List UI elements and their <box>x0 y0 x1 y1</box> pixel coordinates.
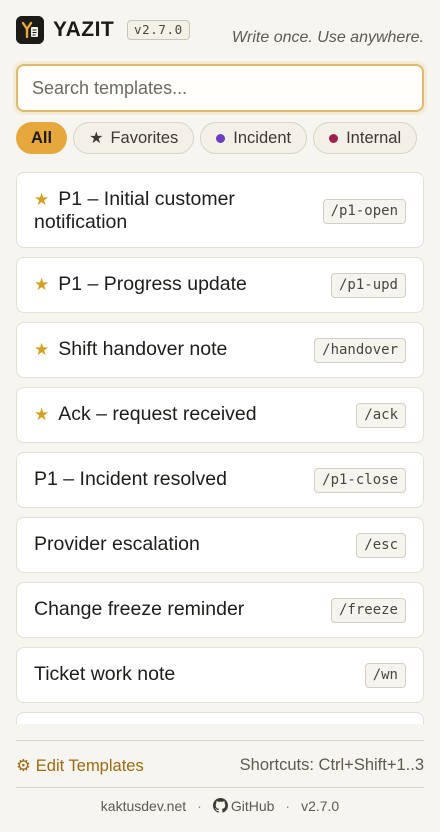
template-card[interactable]: P1 – Incident resolved /p1-close <box>16 452 424 508</box>
template-title-text: Shift handover note <box>58 338 228 360</box>
filter-chips: All ★ Favorites Incident Internal <box>16 122 440 156</box>
template-card[interactable]: ★ Ack – request received /ack <box>16 387 424 443</box>
version-badge: v2.7.0 <box>127 20 190 40</box>
template-title-line: notification <box>34 211 128 233</box>
template-card[interactable]: ★ Shift handover note /handover <box>16 322 424 378</box>
favorite-star-icon: ★ <box>34 275 50 294</box>
filter-chip-incident[interactable]: Incident <box>200 122 308 154</box>
separator: · <box>197 798 202 814</box>
template-title: Ticket work note <box>34 663 176 685</box>
template-title: ★ Ack – request received <box>34 403 257 426</box>
template-title: Change freeze reminder <box>34 598 245 620</box>
template-command: /freeze <box>330 598 406 623</box>
template-title: ★ P1 – Initial customer notification <box>34 188 235 234</box>
template-command: /p1-close <box>314 468 406 493</box>
site-link[interactable]: kaktusdev.net <box>101 798 186 814</box>
template-card[interactable]: ★ P1 – Initial customer notification /p1-… <box>16 172 424 248</box>
search-box <box>16 64 424 112</box>
category-dot-icon <box>329 133 339 143</box>
category-dot-icon <box>216 133 226 143</box>
favorite-star-icon: ★ <box>34 340 50 359</box>
app-header: YAZIT v2.7.0 Write once. Use anywhere. <box>0 0 440 60</box>
template-command: /esc <box>356 533 406 558</box>
github-link[interactable]: GitHub <box>212 798 275 814</box>
template-title: ★ Shift handover note <box>34 338 227 361</box>
search-input[interactable] <box>18 66 422 110</box>
template-card-partial[interactable] <box>16 712 424 724</box>
filter-chip-label: Internal <box>346 128 402 147</box>
gear-icon: ⚙ <box>16 757 31 775</box>
tagline: Write once. Use anywhere. <box>231 29 424 46</box>
template-title-text: Ack – request received <box>58 403 257 425</box>
divider <box>16 787 424 788</box>
filter-chip-favorites[interactable]: ★ Favorites <box>73 122 195 154</box>
template-title-line: P1 – Initial customer <box>58 188 235 210</box>
edit-templates-label: Edit Templates <box>35 757 144 775</box>
template-title-text: P1 – Progress update <box>58 273 247 295</box>
template-title: P1 – Incident resolved <box>34 468 227 490</box>
filter-chip-label: All <box>31 128 53 147</box>
edit-templates-link[interactable]: ⚙ Edit Templates <box>16 756 144 776</box>
template-card[interactable]: Change freeze reminder /freeze <box>16 582 424 638</box>
filter-chip-internal[interactable]: Internal <box>313 122 418 154</box>
star-icon: ★ <box>89 130 104 147</box>
template-command: /p1-upd <box>330 273 406 298</box>
github-label: GitHub <box>230 798 275 814</box>
filter-chip-all[interactable]: All <box>16 122 68 154</box>
favorite-star-icon: ★ <box>34 405 50 424</box>
template-title: Provider escalation <box>34 533 200 555</box>
template-command: /handover <box>314 338 406 363</box>
footer: kaktusdev.net · GitHub · v2.7.0 <box>0 798 440 814</box>
divider <box>16 740 424 741</box>
separator: · <box>285 798 291 814</box>
yazit-logo-icon <box>16 16 44 44</box>
favorite-star-icon: ★ <box>34 190 50 209</box>
template-command: /p1-open <box>322 199 406 224</box>
template-list: ★ P1 – Initial customer notification /p1-… <box>16 172 424 724</box>
filter-chip-label: Incident <box>233 128 292 147</box>
template-card[interactable]: Provider escalation /esc <box>16 517 424 573</box>
template-card[interactable]: ★ P1 – Progress update /p1-upd <box>16 257 424 313</box>
shortcuts-hint: Shortcuts: Ctrl+Shift+1..3 <box>239 756 424 774</box>
template-title: ★ P1 – Progress update <box>34 273 247 296</box>
template-command: /ack <box>356 403 406 428</box>
footer-version: v2.7.0 <box>301 798 340 814</box>
template-command: /wn <box>364 663 406 688</box>
filter-chip-label: Favorites <box>110 128 179 147</box>
app-brand: YAZIT <box>53 18 115 41</box>
github-icon <box>212 798 228 813</box>
template-card[interactable]: Ticket work note /wn <box>16 647 424 703</box>
